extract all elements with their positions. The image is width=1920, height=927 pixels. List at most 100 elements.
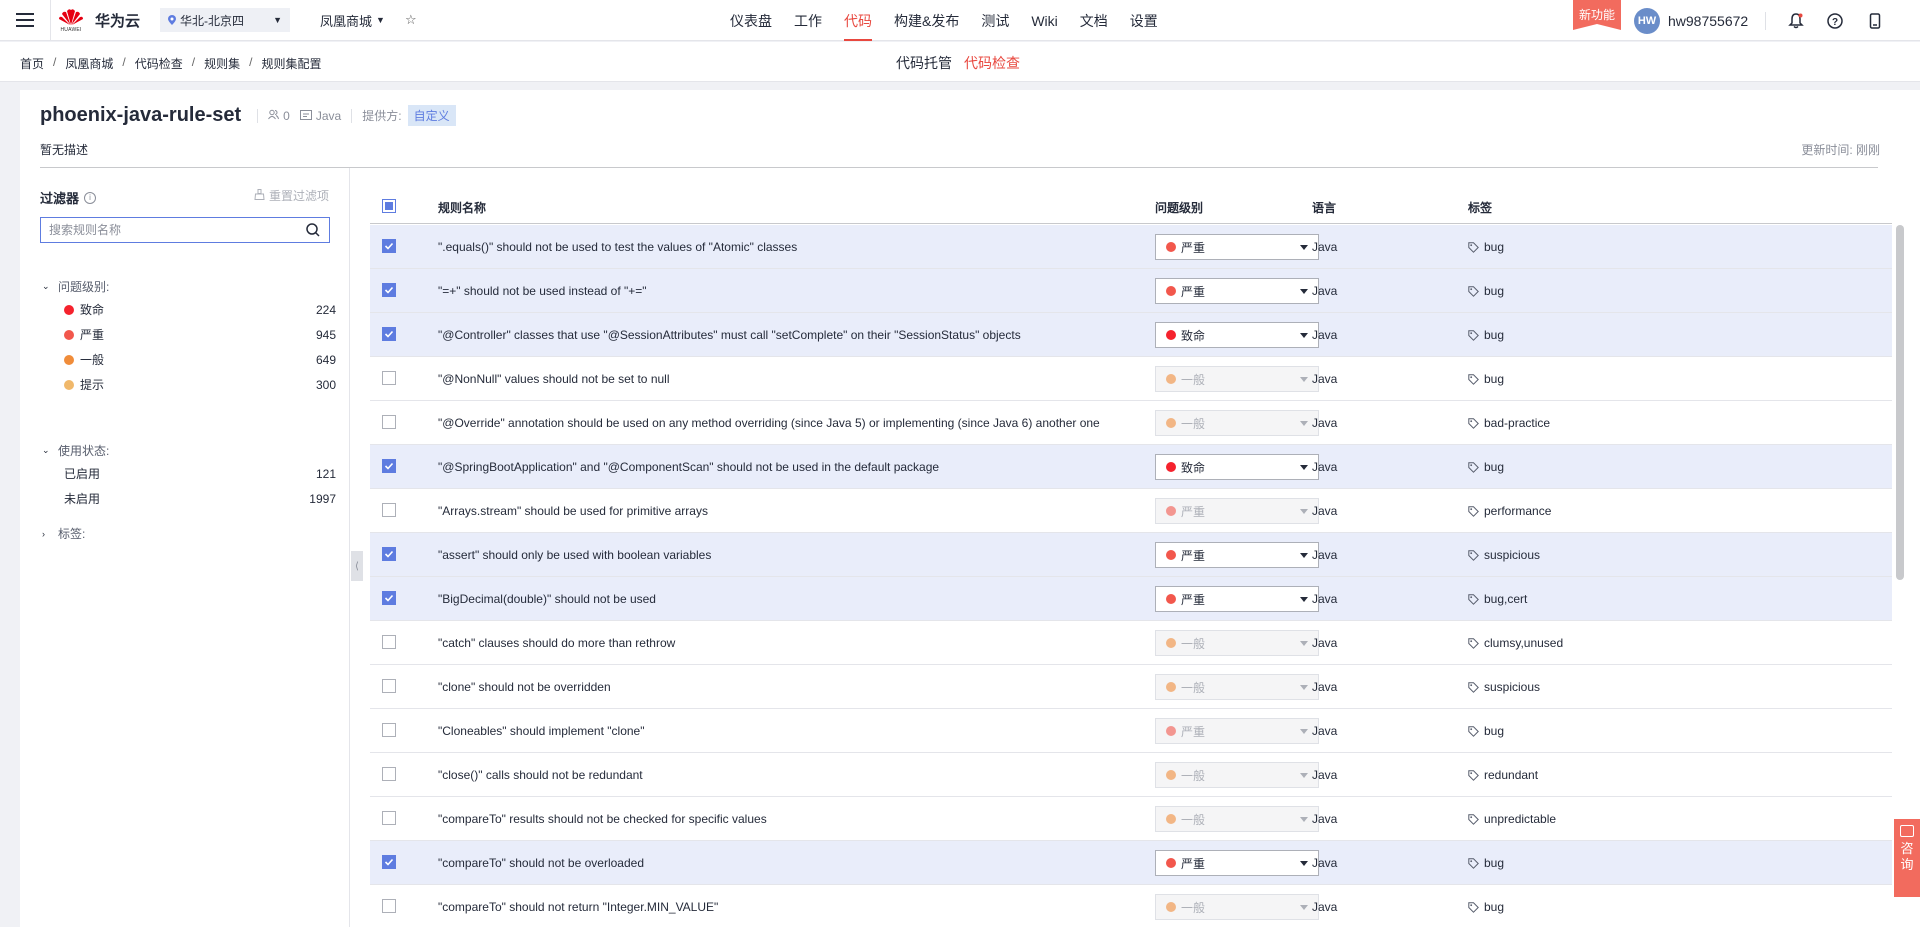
filter-status-item[interactable]: 已启用 121 xyxy=(64,465,336,482)
row-checkbox[interactable] xyxy=(382,371,396,385)
table-row[interactable]: "compareTo" results should not be checke… xyxy=(370,797,1892,841)
table-row[interactable]: "close()" calls should not be redundant 一… xyxy=(370,753,1892,797)
menu-item[interactable]: 构建&发布 xyxy=(894,0,959,41)
main-menu: 仪表盘 工作 代码 构建&发布 测试 Wiki 文档 设置 xyxy=(730,0,1180,41)
menu-item[interactable]: 文档 xyxy=(1080,0,1108,41)
reset-filter-button[interactable]: 重置过滤项 xyxy=(254,187,329,204)
row-checkbox[interactable] xyxy=(382,635,396,649)
row-checkbox[interactable] xyxy=(382,327,396,341)
table-row[interactable]: "compareTo" should not return "Integer.M… xyxy=(370,885,1892,925)
tags-section-toggle[interactable]: › 标签: xyxy=(42,525,85,542)
help-icon[interactable]: ? xyxy=(1825,11,1845,31)
table-row[interactable]: "clone" should not be overridden 一般 Java su… xyxy=(370,665,1892,709)
row-checkbox[interactable] xyxy=(382,723,396,737)
consult-button[interactable]: 咨 询 xyxy=(1894,819,1920,897)
severity-select[interactable]: 严重 xyxy=(1155,278,1319,304)
menu-item[interactable]: Wiki xyxy=(1031,0,1057,41)
table-body: ".equals()" should not be used to test t… xyxy=(370,225,1892,925)
table-row[interactable]: "compareTo" should not be overloaded 严重 Ja… xyxy=(370,841,1892,885)
filter-severity-item[interactable]: 一般 649 xyxy=(64,351,336,368)
scrollbar[interactable] xyxy=(1896,225,1904,580)
sub-tab[interactable]: 代码检查 xyxy=(964,53,1020,73)
row-checkbox[interactable] xyxy=(382,591,396,605)
row-checkbox[interactable] xyxy=(382,767,396,781)
severity-select[interactable]: 严重 xyxy=(1155,586,1319,612)
table-row[interactable]: "@Override" annotation should be used on… xyxy=(370,401,1892,445)
row-checkbox[interactable] xyxy=(382,239,396,253)
severity-select[interactable]: 致命 xyxy=(1155,322,1319,348)
breadcrumb-item[interactable]: 代码检查 xyxy=(135,55,183,72)
select-all-checkbox[interactable] xyxy=(382,199,396,213)
rule-name: "=+" should not be used instead of "+=" xyxy=(438,284,647,298)
severity-select[interactable]: 致命 xyxy=(1155,454,1319,480)
username[interactable]: hw98755672 xyxy=(1668,13,1748,29)
severity-select[interactable]: 一般 xyxy=(1155,762,1319,788)
menu-item[interactable]: 工作 xyxy=(794,0,822,41)
menu-item[interactable]: 代码 xyxy=(844,0,872,41)
table-row[interactable]: "@Controller" classes that use "@Session… xyxy=(370,313,1892,357)
star-icon[interactable]: ☆ xyxy=(405,12,417,28)
severity-section-toggle[interactable]: ⌄ 问题级别: xyxy=(42,278,109,295)
table-row[interactable]: "@NonNull" values should not be set to n… xyxy=(370,357,1892,401)
filter-severity-item[interactable]: 严重 945 xyxy=(64,326,336,343)
filter-status-item[interactable]: 未启用 1997 xyxy=(64,490,336,507)
mobile-icon[interactable] xyxy=(1865,11,1885,31)
severity-select[interactable]: 一般 xyxy=(1155,410,1319,436)
severity-select[interactable]: 严重 xyxy=(1155,234,1319,260)
table-row[interactable]: "assert" should only be used with boolea… xyxy=(370,533,1892,577)
avatar[interactable]: HW xyxy=(1634,8,1660,34)
row-checkbox[interactable] xyxy=(382,855,396,869)
filter-severity-item[interactable]: 致命 224 xyxy=(64,301,336,318)
breadcrumb-item[interactable]: 凤凰商城 xyxy=(65,55,113,72)
menu-item[interactable]: 仪表盘 xyxy=(730,0,772,41)
severity-select[interactable]: 一般 xyxy=(1155,894,1319,920)
project-selector[interactable]: 凤凰商城 ▼ ☆ xyxy=(320,11,417,30)
table-row[interactable]: "Arrays.stream" should be used for primi… xyxy=(370,489,1892,533)
menu-item[interactable]: 测试 xyxy=(981,0,1009,41)
bell-icon[interactable] xyxy=(1786,11,1806,31)
column-header-language[interactable]: 语言 xyxy=(1312,199,1336,216)
breadcrumb-item[interactable]: 规则集 xyxy=(204,55,240,72)
search-input[interactable] xyxy=(49,223,305,237)
row-checkbox[interactable] xyxy=(382,459,396,473)
table-row[interactable]: "Cloneables" should implement "clone" 严重 J… xyxy=(370,709,1892,753)
status-section-toggle[interactable]: ⌄ 使用状态: xyxy=(42,442,109,459)
severity-select[interactable]: 一般 xyxy=(1155,674,1319,700)
huawei-logo[interactable]: HUAWEI 华为云 xyxy=(51,6,152,34)
collapse-panel-handle[interactable]: ⟨ xyxy=(351,551,363,581)
chevron-right-icon: › xyxy=(42,528,45,539)
column-header-severity[interactable]: 问题级别 xyxy=(1155,199,1203,216)
row-checkbox[interactable] xyxy=(382,679,396,693)
severity-select[interactable]: 严重 xyxy=(1155,718,1319,744)
row-checkbox[interactable] xyxy=(382,547,396,561)
menu-item[interactable]: 设置 xyxy=(1130,0,1158,41)
table-row[interactable]: "@SpringBootApplication" and "@Component… xyxy=(370,445,1892,489)
row-checkbox[interactable] xyxy=(382,415,396,429)
severity-select[interactable]: 严重 xyxy=(1155,850,1319,876)
severity-select[interactable]: 严重 xyxy=(1155,498,1319,524)
breadcrumb-item[interactable]: 规则集配置 xyxy=(261,55,321,72)
table-row[interactable]: "catch" clauses should do more than reth… xyxy=(370,621,1892,665)
severity-select[interactable]: 一般 xyxy=(1155,366,1319,392)
severity-dot-icon xyxy=(1166,286,1176,296)
row-checkbox[interactable] xyxy=(382,503,396,517)
filter-severity-item[interactable]: 提示 300 xyxy=(64,376,336,393)
table-row[interactable]: ".equals()" should not be used to test t… xyxy=(370,225,1892,269)
row-checkbox[interactable] xyxy=(382,811,396,825)
search-icon[interactable] xyxy=(305,222,321,238)
row-checkbox[interactable] xyxy=(382,283,396,297)
sub-tab[interactable]: 代码托管 xyxy=(896,53,952,73)
info-icon[interactable]: i xyxy=(84,191,97,204)
severity-select[interactable]: 一般 xyxy=(1155,630,1319,656)
row-checkbox[interactable] xyxy=(382,899,396,913)
column-header-name[interactable]: 规则名称 xyxy=(438,199,486,216)
severity-select[interactable]: 一般 xyxy=(1155,806,1319,832)
region-selector[interactable]: 华北-北京四 ▼ xyxy=(160,8,291,32)
breadcrumb-item[interactable]: 首页 xyxy=(20,55,44,72)
column-header-tags[interactable]: 标签 xyxy=(1468,199,1492,216)
table-row[interactable]: "BigDecimal(double)" should not be used 严… xyxy=(370,577,1892,621)
menu-icon[interactable] xyxy=(0,0,50,41)
severity-value: 一般 xyxy=(1181,372,1206,387)
severity-select[interactable]: 严重 xyxy=(1155,542,1319,568)
table-row[interactable]: "=+" should not be used instead of "+=" 严… xyxy=(370,269,1892,313)
